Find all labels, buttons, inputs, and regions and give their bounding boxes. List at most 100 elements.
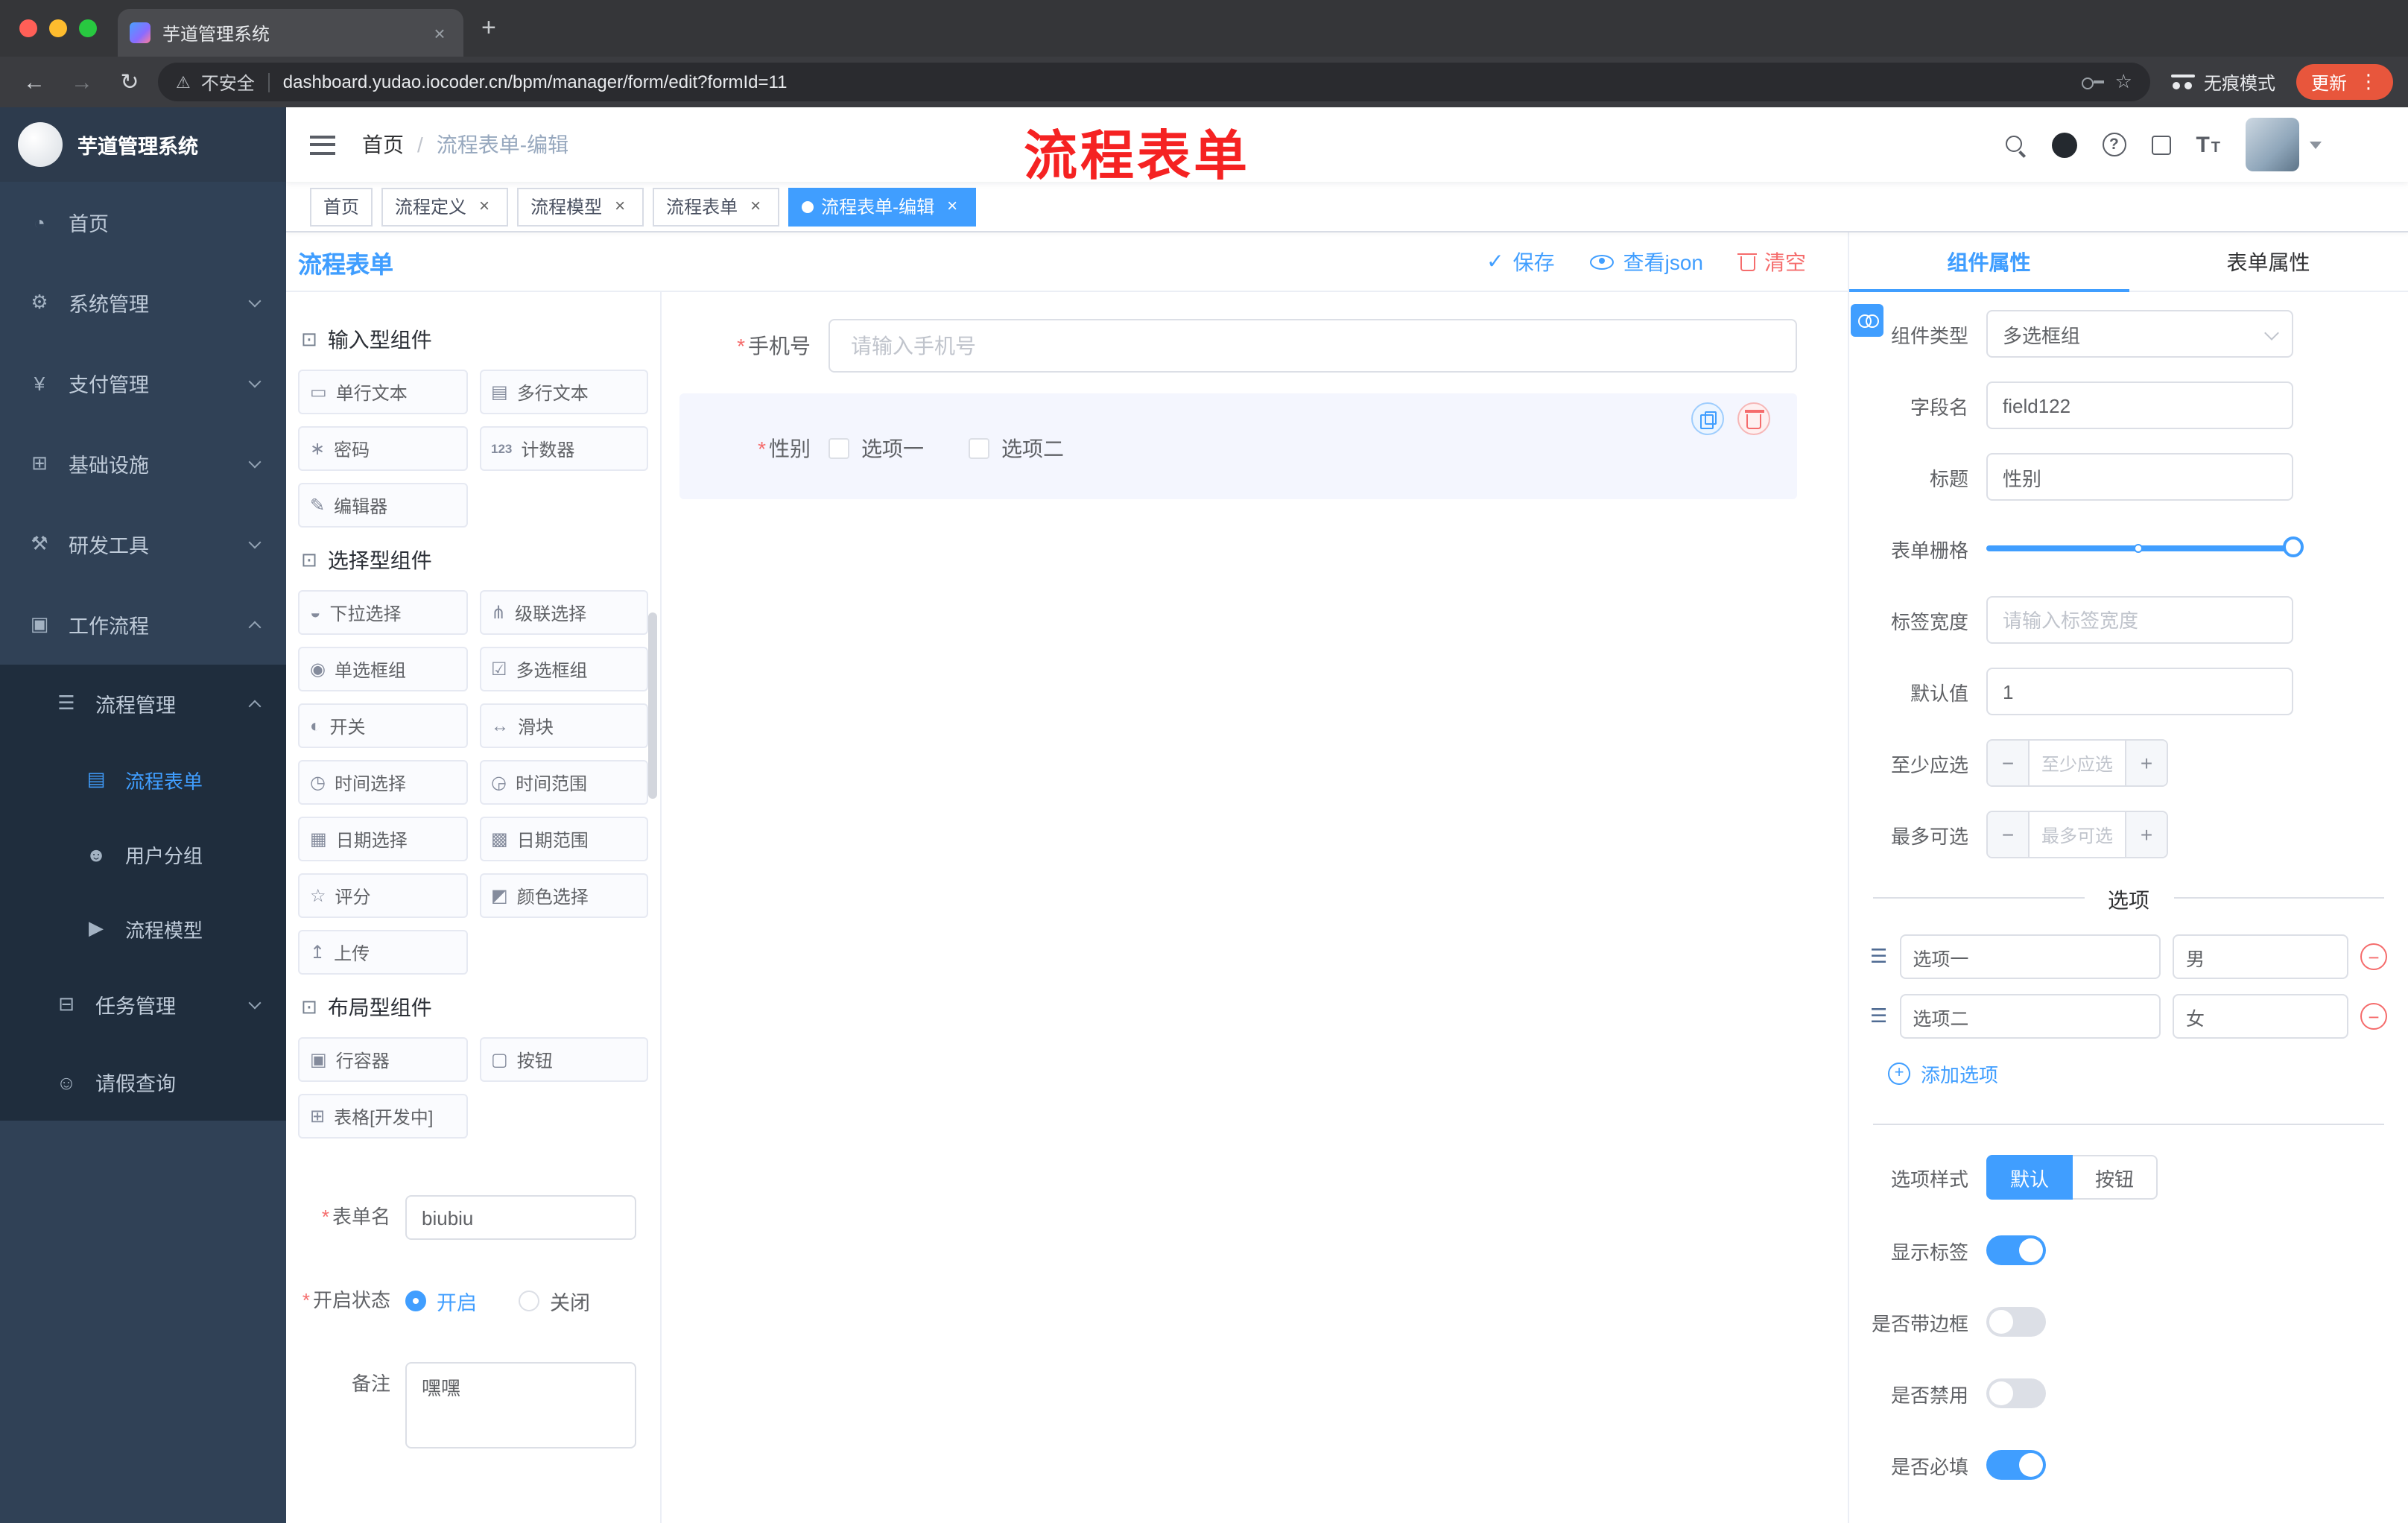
sidebar-item-user-group[interactable]: ☻ 用户分组: [0, 817, 286, 891]
back-button[interactable]: ←: [15, 69, 54, 95]
tag-process-definition[interactable]: 流程定义 ×: [381, 187, 509, 226]
palette-item-select[interactable]: ◒ 下拉选择: [298, 590, 467, 635]
palette-item-date-picker[interactable]: ▦ 日期选择: [298, 817, 467, 861]
password-manager-icon[interactable]: [2082, 75, 2105, 89]
sidebar-item-system[interactable]: ⚙ 系统管理: [0, 262, 286, 343]
stepper-increase-button[interactable]: +: [2125, 741, 2167, 785]
tag-close-icon[interactable]: ×: [942, 195, 963, 217]
palette-item-password[interactable]: ∗ 密码: [298, 426, 467, 471]
palette-item-upload[interactable]: ↥ 上传: [298, 930, 467, 975]
sidebar-item-process-model[interactable]: ▶ 流程模型: [0, 891, 286, 966]
tag-home[interactable]: 首页: [310, 187, 373, 226]
address-bar[interactable]: ⚠ 不安全 dashboard.yudao.iocoder.cn/bpm/man…: [158, 63, 2150, 101]
checkbox-icon[interactable]: [828, 438, 849, 459]
field-name-input[interactable]: [1986, 381, 2293, 429]
github-icon[interactable]: [2051, 132, 2077, 157]
palette-item-time-range[interactable]: ◶ 时间范围: [479, 760, 648, 805]
form-grid-slider[interactable]: [1986, 525, 2304, 572]
title-input[interactable]: [1986, 453, 2293, 501]
browser-tab[interactable]: 芋道管理系统 ×: [118, 9, 463, 57]
palette-item-color-picker[interactable]: ◩ 颜色选择: [479, 873, 648, 918]
style-button-button[interactable]: 按钮: [2073, 1155, 2158, 1200]
drag-handle-icon[interactable]: ☰: [1870, 1004, 1887, 1028]
sidebar-item-payment[interactable]: ¥ 支付管理: [0, 343, 286, 423]
stepper-decrease-button[interactable]: −: [1988, 741, 2030, 785]
show-label-switch[interactable]: [1986, 1235, 2046, 1265]
style-default-button[interactable]: 默认: [1986, 1155, 2073, 1200]
font-size-icon[interactable]: TT: [2196, 132, 2220, 157]
default-value-input[interactable]: [1986, 668, 2293, 715]
sidebar-item-workflow[interactable]: ▣ 工作流程: [0, 584, 286, 665]
phone-input[interactable]: [828, 319, 1797, 373]
tag-close-icon[interactable]: ×: [609, 195, 630, 217]
duplicate-component-button[interactable]: [1691, 402, 1724, 435]
sidebar-item-leave-query[interactable]: ☺ 请假查询: [0, 1043, 286, 1121]
add-option-button[interactable]: + 添加选项: [1888, 1060, 2408, 1088]
max-select-value[interactable]: 最多可选: [2030, 812, 2125, 857]
stepper-decrease-button[interactable]: −: [1988, 812, 2030, 857]
palette-item-radio-group[interactable]: ◉ 单选框组: [298, 647, 467, 691]
sidebar-item-process-management[interactable]: ☰ 流程管理: [0, 665, 286, 742]
label-width-input[interactable]: [1986, 596, 2293, 644]
slider-handle[interactable]: [2283, 536, 2304, 557]
search-icon[interactable]: [2003, 133, 2026, 156]
tag-process-form-edit[interactable]: 流程表单-编辑 ×: [788, 187, 977, 226]
tag-process-form[interactable]: 流程表单 ×: [653, 187, 780, 226]
view-json-button[interactable]: 查看json: [1590, 247, 1703, 276]
form-canvas[interactable]: *手机号 *性别 选项一: [662, 292, 1848, 1523]
tag-close-icon[interactable]: ×: [474, 195, 495, 217]
not-secure-warning-icon[interactable]: ⚠: [176, 72, 191, 92]
status-radio-on[interactable]: 开启: [405, 1286, 477, 1316]
status-radio-off[interactable]: 关闭: [519, 1286, 590, 1316]
tag-process-model[interactable]: 流程模型 ×: [517, 187, 644, 226]
document-link-button[interactable]: [1851, 304, 1883, 337]
tag-close-icon[interactable]: ×: [745, 195, 766, 217]
sidebar-item-task-management[interactable]: ⊟ 任务管理: [0, 966, 286, 1043]
palette-item-time-picker[interactable]: ◷ 时间选择: [298, 760, 467, 805]
reload-button[interactable]: ↻: [110, 69, 149, 95]
stepper-increase-button[interactable]: +: [2125, 812, 2167, 857]
gender-option-2[interactable]: 选项二: [969, 434, 1064, 463]
remove-option-button[interactable]: −: [2360, 1003, 2387, 1030]
browser-menu-icon[interactable]: ⋮: [2359, 70, 2378, 94]
new-tab-button[interactable]: +: [481, 13, 496, 43]
avatar[interactable]: [2246, 118, 2299, 171]
palette-item-slider[interactable]: ↔ 滑块: [479, 703, 648, 748]
palette-item-button[interactable]: ▢ 按钮: [479, 1037, 648, 1082]
palette-item-counter[interactable]: 123 计数器: [479, 426, 648, 471]
window-zoom-button[interactable]: [79, 19, 97, 37]
option-name-input[interactable]: [1899, 934, 2161, 979]
palette-item-cascader[interactable]: ⋔ 级联选择: [479, 590, 648, 635]
gender-option-1[interactable]: 选项一: [828, 434, 924, 463]
tab-close-icon[interactable]: ×: [428, 22, 452, 44]
palette-item-checkbox-group[interactable]: ☑ 多选框组: [479, 647, 648, 691]
bookmark-star-icon[interactable]: ☆: [2115, 70, 2132, 94]
remove-option-button[interactable]: −: [2360, 943, 2387, 970]
checkbox-icon[interactable]: [969, 438, 989, 459]
delete-component-button[interactable]: [1737, 402, 1770, 435]
sidebar-collapse-icon[interactable]: [310, 135, 335, 154]
canvas-field-phone[interactable]: * 手机号: [679, 319, 1797, 373]
sidebar-item-infra[interactable]: ⊞ 基础设施: [0, 423, 286, 504]
sidebar-item-process-form[interactable]: ▤ 流程表单: [0, 742, 286, 817]
canvas-field-gender-selected[interactable]: * 性别 选项一 选项二: [679, 393, 1797, 499]
palette-item-rate[interactable]: ☆ 评分: [298, 873, 467, 918]
sidebar-item-devtools[interactable]: ⚒ 研发工具: [0, 504, 286, 584]
slider-track[interactable]: [1986, 536, 2304, 557]
palette-item-row-container[interactable]: ▣ 行容器: [298, 1037, 467, 1082]
breadcrumb-home[interactable]: 首页: [362, 130, 404, 159]
tab-form-props[interactable]: 表单属性: [2129, 232, 2408, 291]
option-value-input[interactable]: [2173, 934, 2348, 979]
form-name-input[interactable]: [405, 1195, 636, 1240]
palette-item-editor[interactable]: ✎ 编辑器: [298, 483, 467, 528]
sidebar-item-home[interactable]: ◔ 首页: [0, 182, 286, 262]
clear-button[interactable]: 清空: [1737, 247, 1806, 276]
border-switch[interactable]: [1986, 1307, 2046, 1337]
drag-handle-icon[interactable]: ☰: [1870, 945, 1887, 969]
palette-scrollbar[interactable]: [648, 612, 657, 799]
browser-update-button[interactable]: 更新 ⋮: [2295, 64, 2393, 100]
component-type-select[interactable]: 多选框组: [1986, 310, 2293, 358]
user-menu[interactable]: [2246, 118, 2322, 171]
required-switch[interactable]: [1986, 1450, 2046, 1480]
help-icon[interactable]: ?: [2102, 133, 2126, 156]
